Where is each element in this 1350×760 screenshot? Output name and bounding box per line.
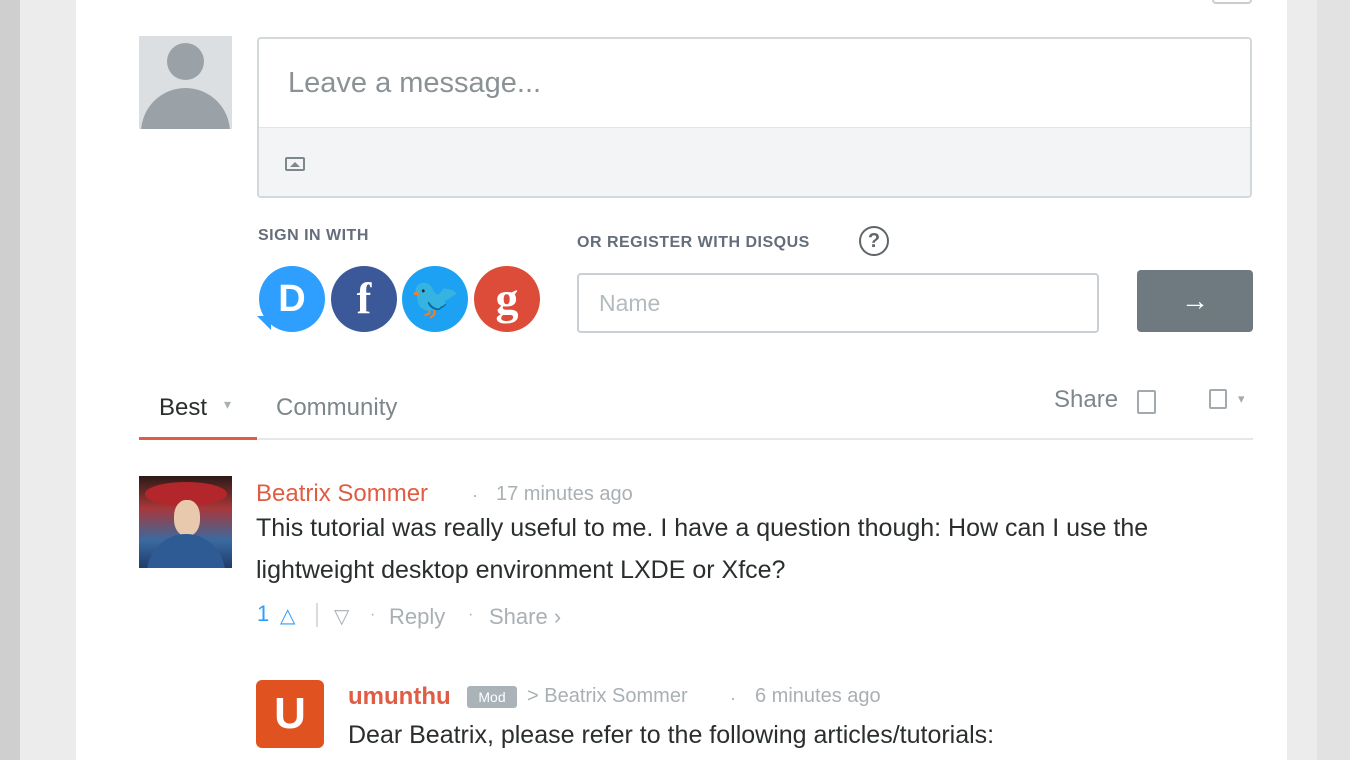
- message-input[interactable]: [259, 39, 1250, 127]
- register-label: OR REGISTER WITH DISQUS: [577, 234, 810, 251]
- tab-community[interactable]: Community: [276, 394, 397, 422]
- editor-toolbar: [259, 127, 1250, 196]
- google-login-icon[interactable]: g: [474, 266, 540, 332]
- meta-separator: ·: [730, 688, 736, 708]
- left-gutter: [20, 0, 76, 760]
- share-comment-link[interactable]: Share ›: [489, 604, 561, 630]
- tab-best[interactable]: Best ▾: [139, 388, 257, 440]
- submit-button[interactable]: →: [1137, 270, 1253, 332]
- chevron-down-icon: ▾: [224, 396, 232, 412]
- reply-link[interactable]: Reply: [389, 604, 445, 630]
- avatar-head-shape: [167, 43, 204, 80]
- tabs-divider: [139, 438, 1253, 440]
- tab-best-label: Best: [159, 394, 208, 421]
- avatar-body-shape: [141, 88, 230, 129]
- mod-badge: Mod: [467, 686, 517, 708]
- active-tab-indicator: [139, 437, 257, 440]
- name-field[interactable]: [577, 273, 1099, 333]
- image-upload-icon[interactable]: [285, 157, 305, 171]
- sign-in-label: SIGN IN WITH: [258, 227, 369, 244]
- in-reply-to[interactable]: > Beatrix Sommer: [527, 685, 688, 708]
- twitter-login-icon[interactable]: 🐦: [402, 266, 468, 332]
- share-icon[interactable]: [1137, 390, 1156, 414]
- meta-separator: ·: [472, 485, 478, 505]
- help-icon[interactable]: ?: [859, 226, 889, 256]
- comment-text: This tutorial was really useful to me. I…: [256, 514, 1149, 584]
- reply-author[interactable]: umunthu: [348, 683, 451, 711]
- comment-editor: [257, 37, 1252, 198]
- reply-timestamp[interactable]: 6 minutes ago: [755, 685, 881, 708]
- downvote-icon[interactable]: ▽: [334, 604, 349, 629]
- action-separator: ·: [370, 606, 376, 623]
- settings-icon[interactable]: [1209, 389, 1227, 409]
- umunthu-avatar[interactable]: U: [256, 680, 324, 748]
- cropped-control: [1212, 0, 1252, 4]
- upvote-icon[interactable]: △: [280, 603, 295, 628]
- disqus-login-icon[interactable]: D: [257, 266, 325, 332]
- action-separator: ·: [468, 606, 474, 623]
- share-thread-button[interactable]: Share: [1054, 386, 1118, 414]
- vote-count: 1: [257, 601, 270, 626]
- beatrix-avatar[interactable]: [139, 476, 232, 568]
- comment-timestamp[interactable]: 17 minutes ago: [496, 483, 633, 506]
- right-gutter: [1287, 0, 1317, 760]
- current-user-avatar: [139, 36, 232, 129]
- settings-chevron-icon[interactable]: ▾: [1238, 391, 1245, 407]
- right-background: [1317, 0, 1350, 760]
- comment-author[interactable]: Beatrix Sommer: [256, 480, 428, 508]
- left-background: [0, 0, 20, 760]
- facebook-login-icon[interactable]: f: [331, 266, 397, 332]
- reply-text: Dear Beatrix, please refer to the follow…: [348, 721, 995, 749]
- vote-divider: [316, 603, 318, 627]
- avatar-face: [174, 500, 200, 536]
